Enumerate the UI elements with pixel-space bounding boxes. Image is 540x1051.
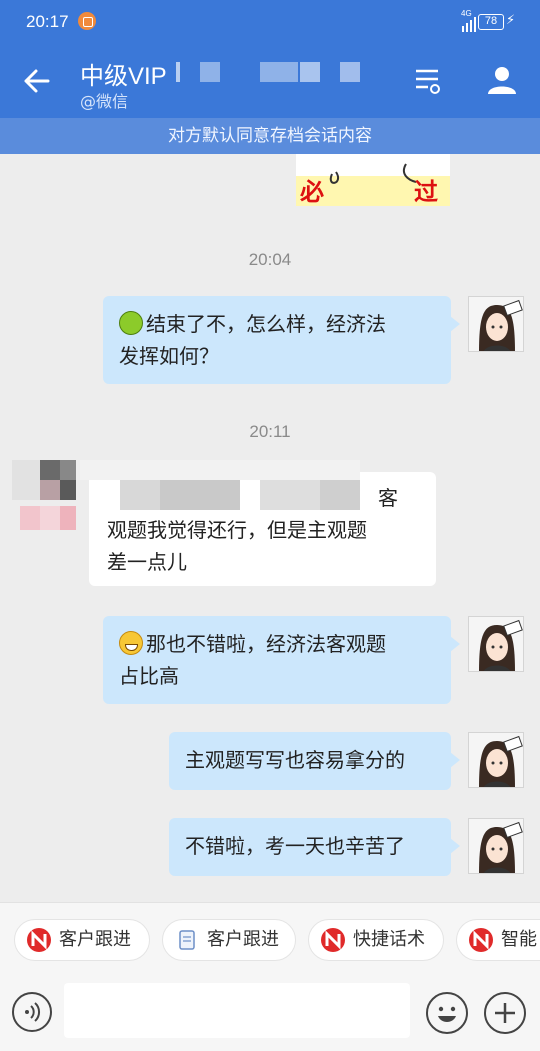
sticker-text: 过 bbox=[414, 178, 438, 206]
quick-reply-chip[interactable]: 客户跟进 bbox=[14, 919, 150, 961]
redacted-name bbox=[200, 62, 220, 82]
red-n-icon bbox=[321, 928, 345, 952]
signal-icon bbox=[462, 12, 476, 32]
quick-reply-chip[interactable]: 智能 bbox=[456, 919, 540, 961]
emoji-button[interactable] bbox=[426, 992, 468, 1034]
document-icon bbox=[179, 930, 195, 950]
chip-label: 客户跟进 bbox=[59, 929, 131, 950]
chat-subtitle: @微信 bbox=[80, 92, 129, 111]
message-text: 结束了不，怎么样，经济法 bbox=[146, 312, 386, 336]
message-bubble-sent[interactable]: 不错啦，考一天也辛苦了 bbox=[169, 818, 460, 876]
sticker-text: 必 bbox=[300, 178, 324, 206]
timestamp: 20:04 bbox=[248, 250, 292, 269]
timestamp: 20:11 bbox=[249, 422, 291, 441]
message-input[interactable] bbox=[64, 983, 410, 1038]
message-text: 差一点儿 bbox=[107, 550, 187, 574]
chat-area[interactable]: 必 过 20:04 结束了不，怎么样，经济法 发挥如何？ 20:11 客 观题我… bbox=[0, 154, 540, 902]
message-bubble-sent[interactable]: 结束了不，怎么样，经济法 发挥如何？ bbox=[103, 296, 460, 384]
profile-icon[interactable] bbox=[486, 64, 518, 96]
red-n-icon bbox=[469, 928, 493, 952]
back-arrow-icon[interactable] bbox=[20, 64, 54, 98]
redacted-name bbox=[260, 62, 298, 82]
message-text: 主观题写写也容易拿分的 bbox=[185, 748, 405, 772]
sticker-image: 必 过 bbox=[296, 154, 450, 206]
avatar-agent[interactable] bbox=[468, 732, 524, 788]
chat-title: 中级VIP bbox=[80, 63, 167, 90]
chip-label: 智能 bbox=[501, 929, 537, 950]
chip-label: 客户跟进 bbox=[207, 929, 279, 950]
avatar-agent[interactable] bbox=[468, 616, 524, 672]
message-text: 观题我觉得还行，但是主观题 bbox=[107, 518, 367, 542]
voice-icon bbox=[25, 1002, 41, 1022]
status-bar: 20:17 4G 78 ⚡ bbox=[0, 0, 540, 44]
app-notification-icon bbox=[78, 12, 96, 30]
message-text: 那也不错啦，经济法客观题 bbox=[146, 632, 386, 656]
message-text: 发挥如何？ bbox=[119, 344, 219, 368]
redacted-avatar bbox=[12, 460, 76, 542]
message-text: 不错啦，考一天也辛苦了 bbox=[185, 834, 405, 858]
redacted-name bbox=[80, 460, 360, 480]
redacted-name bbox=[176, 62, 180, 82]
avatar-agent[interactable] bbox=[468, 296, 524, 352]
smiley-icon bbox=[438, 1006, 456, 1022]
quick-reply-bar: 客户跟进 客户跟进 快捷话术 智能 bbox=[0, 902, 540, 974]
message-bubble-sent[interactable]: 主观题写写也容易拿分的 bbox=[169, 732, 460, 790]
redacted-text bbox=[120, 480, 160, 510]
redacted-name bbox=[340, 62, 360, 82]
grin-emoji-icon bbox=[119, 631, 143, 655]
voice-input-button[interactable] bbox=[12, 992, 52, 1032]
quick-reply-chip[interactable]: 快捷话术 bbox=[308, 919, 444, 961]
more-actions-button[interactable] bbox=[484, 992, 526, 1034]
chip-label: 快捷话术 bbox=[353, 929, 425, 950]
redacted-text bbox=[260, 480, 320, 510]
battery-icon: 78 bbox=[478, 14, 504, 30]
input-bar bbox=[0, 974, 540, 1051]
redacted-name bbox=[300, 62, 320, 82]
sprout-emoji-icon bbox=[119, 311, 143, 335]
plus-icon bbox=[495, 1003, 515, 1023]
chat-menu-icon[interactable] bbox=[414, 66, 444, 96]
charging-icon: ⚡ bbox=[506, 13, 516, 28]
redacted-text bbox=[160, 480, 240, 510]
message-text: 占比高 bbox=[119, 664, 179, 688]
message-bubble-sent[interactable]: 那也不错啦，经济法客观题 占比高 bbox=[103, 616, 460, 704]
redacted-text bbox=[320, 480, 360, 510]
quick-reply-chip[interactable]: 客户跟进 bbox=[162, 919, 296, 961]
red-n-icon bbox=[27, 928, 51, 952]
chat-header: 中级VIP @微信 bbox=[0, 44, 540, 118]
status-time: 20:17 bbox=[26, 12, 69, 31]
avatar-agent[interactable] bbox=[468, 818, 524, 874]
archive-notice: 对方默认同意存档会话内容 bbox=[0, 118, 540, 154]
